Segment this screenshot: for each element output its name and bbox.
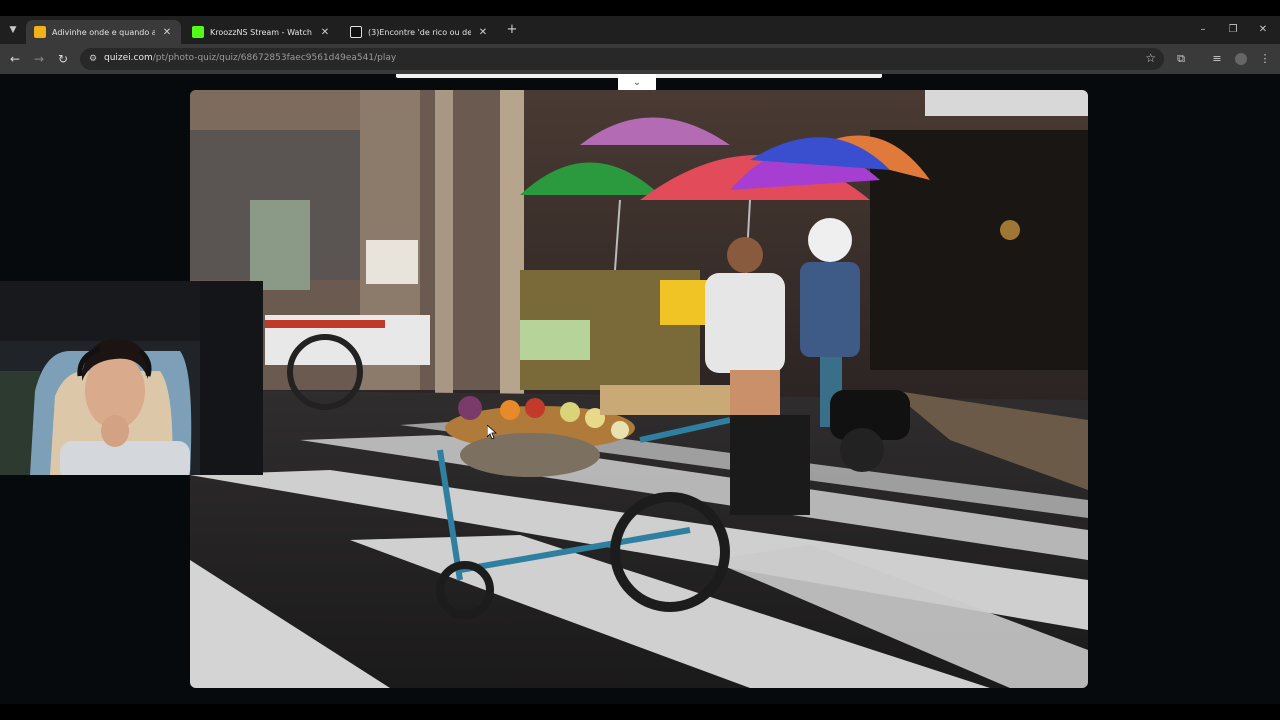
arrow-right-icon[interactable]: →: [30, 50, 48, 68]
tiktok-favicon-icon: [350, 26, 362, 38]
reload-icon[interactable]: ↻: [54, 50, 72, 68]
screen-bottom-border: [0, 704, 1280, 720]
chevron-down-icon[interactable]: ▼: [6, 23, 20, 37]
mouse-cursor-icon: [487, 425, 497, 439]
media-queue-icon[interactable]: ≡: [1209, 51, 1225, 67]
minimize-icon[interactable]: –: [1188, 22, 1218, 38]
url-host: quizei.com: [104, 53, 153, 63]
screen-top-border: [0, 0, 1280, 16]
tune-icon[interactable]: ⚙: [86, 52, 100, 66]
restore-icon[interactable]: ❐: [1218, 22, 1248, 38]
quiz-photo[interactable]: [190, 90, 1088, 688]
kick-favicon-icon: [192, 26, 204, 38]
puzzle-icon[interactable]: ⧉: [1173, 51, 1189, 67]
webcam-feed-image: [0, 281, 263, 475]
tab-title: (3)Encontre 'de rico ou de pob: [368, 27, 471, 37]
tab-title: Adivinhe onde e quando as fot: [52, 27, 155, 37]
browser-tab-strip: ▼ Adivinhe onde e quando as fot ✕ Kroozz…: [0, 16, 1280, 44]
close-icon[interactable]: ✕: [319, 27, 331, 38]
window-close-icon[interactable]: ✕: [1248, 22, 1278, 38]
close-icon[interactable]: ✕: [161, 27, 173, 38]
address-bar[interactable]: ⚙ quizei.com/pt/photo-quiz/quiz/68672853…: [80, 48, 1164, 70]
kebab-menu-icon[interactable]: ⋮: [1257, 51, 1273, 67]
quizei-favicon-icon: [34, 26, 46, 38]
browser-toolbar: ← → ↻ ⚙ quizei.com/pt/photo-quiz/quiz/68…: [0, 44, 1280, 74]
tab-title: KroozzNS Stream - Watch Live: [210, 27, 313, 37]
street-scene-image: [190, 90, 1088, 688]
tab-stream[interactable]: KroozzNS Stream - Watch Live ✕: [184, 20, 339, 44]
tab-quiz[interactable]: Adivinhe onde e quando as fot ✕: [26, 20, 181, 44]
close-icon[interactable]: ✕: [477, 27, 489, 38]
streamer-webcam: [0, 281, 263, 475]
url-path: /pt/photo-quiz/quiz/68672853faec9561d49e…: [152, 53, 397, 63]
star-icon[interactable]: ☆: [1145, 51, 1156, 65]
avatar-icon[interactable]: [1233, 51, 1249, 67]
arrow-left-icon[interactable]: ←: [6, 50, 24, 68]
new-tab-button[interactable]: +: [505, 23, 519, 37]
url-text: quizei.com/pt/photo-quiz/quiz/68672853fa…: [104, 53, 396, 63]
tab-tiktok[interactable]: (3)Encontre 'de rico ou de pob ✕: [342, 20, 497, 44]
